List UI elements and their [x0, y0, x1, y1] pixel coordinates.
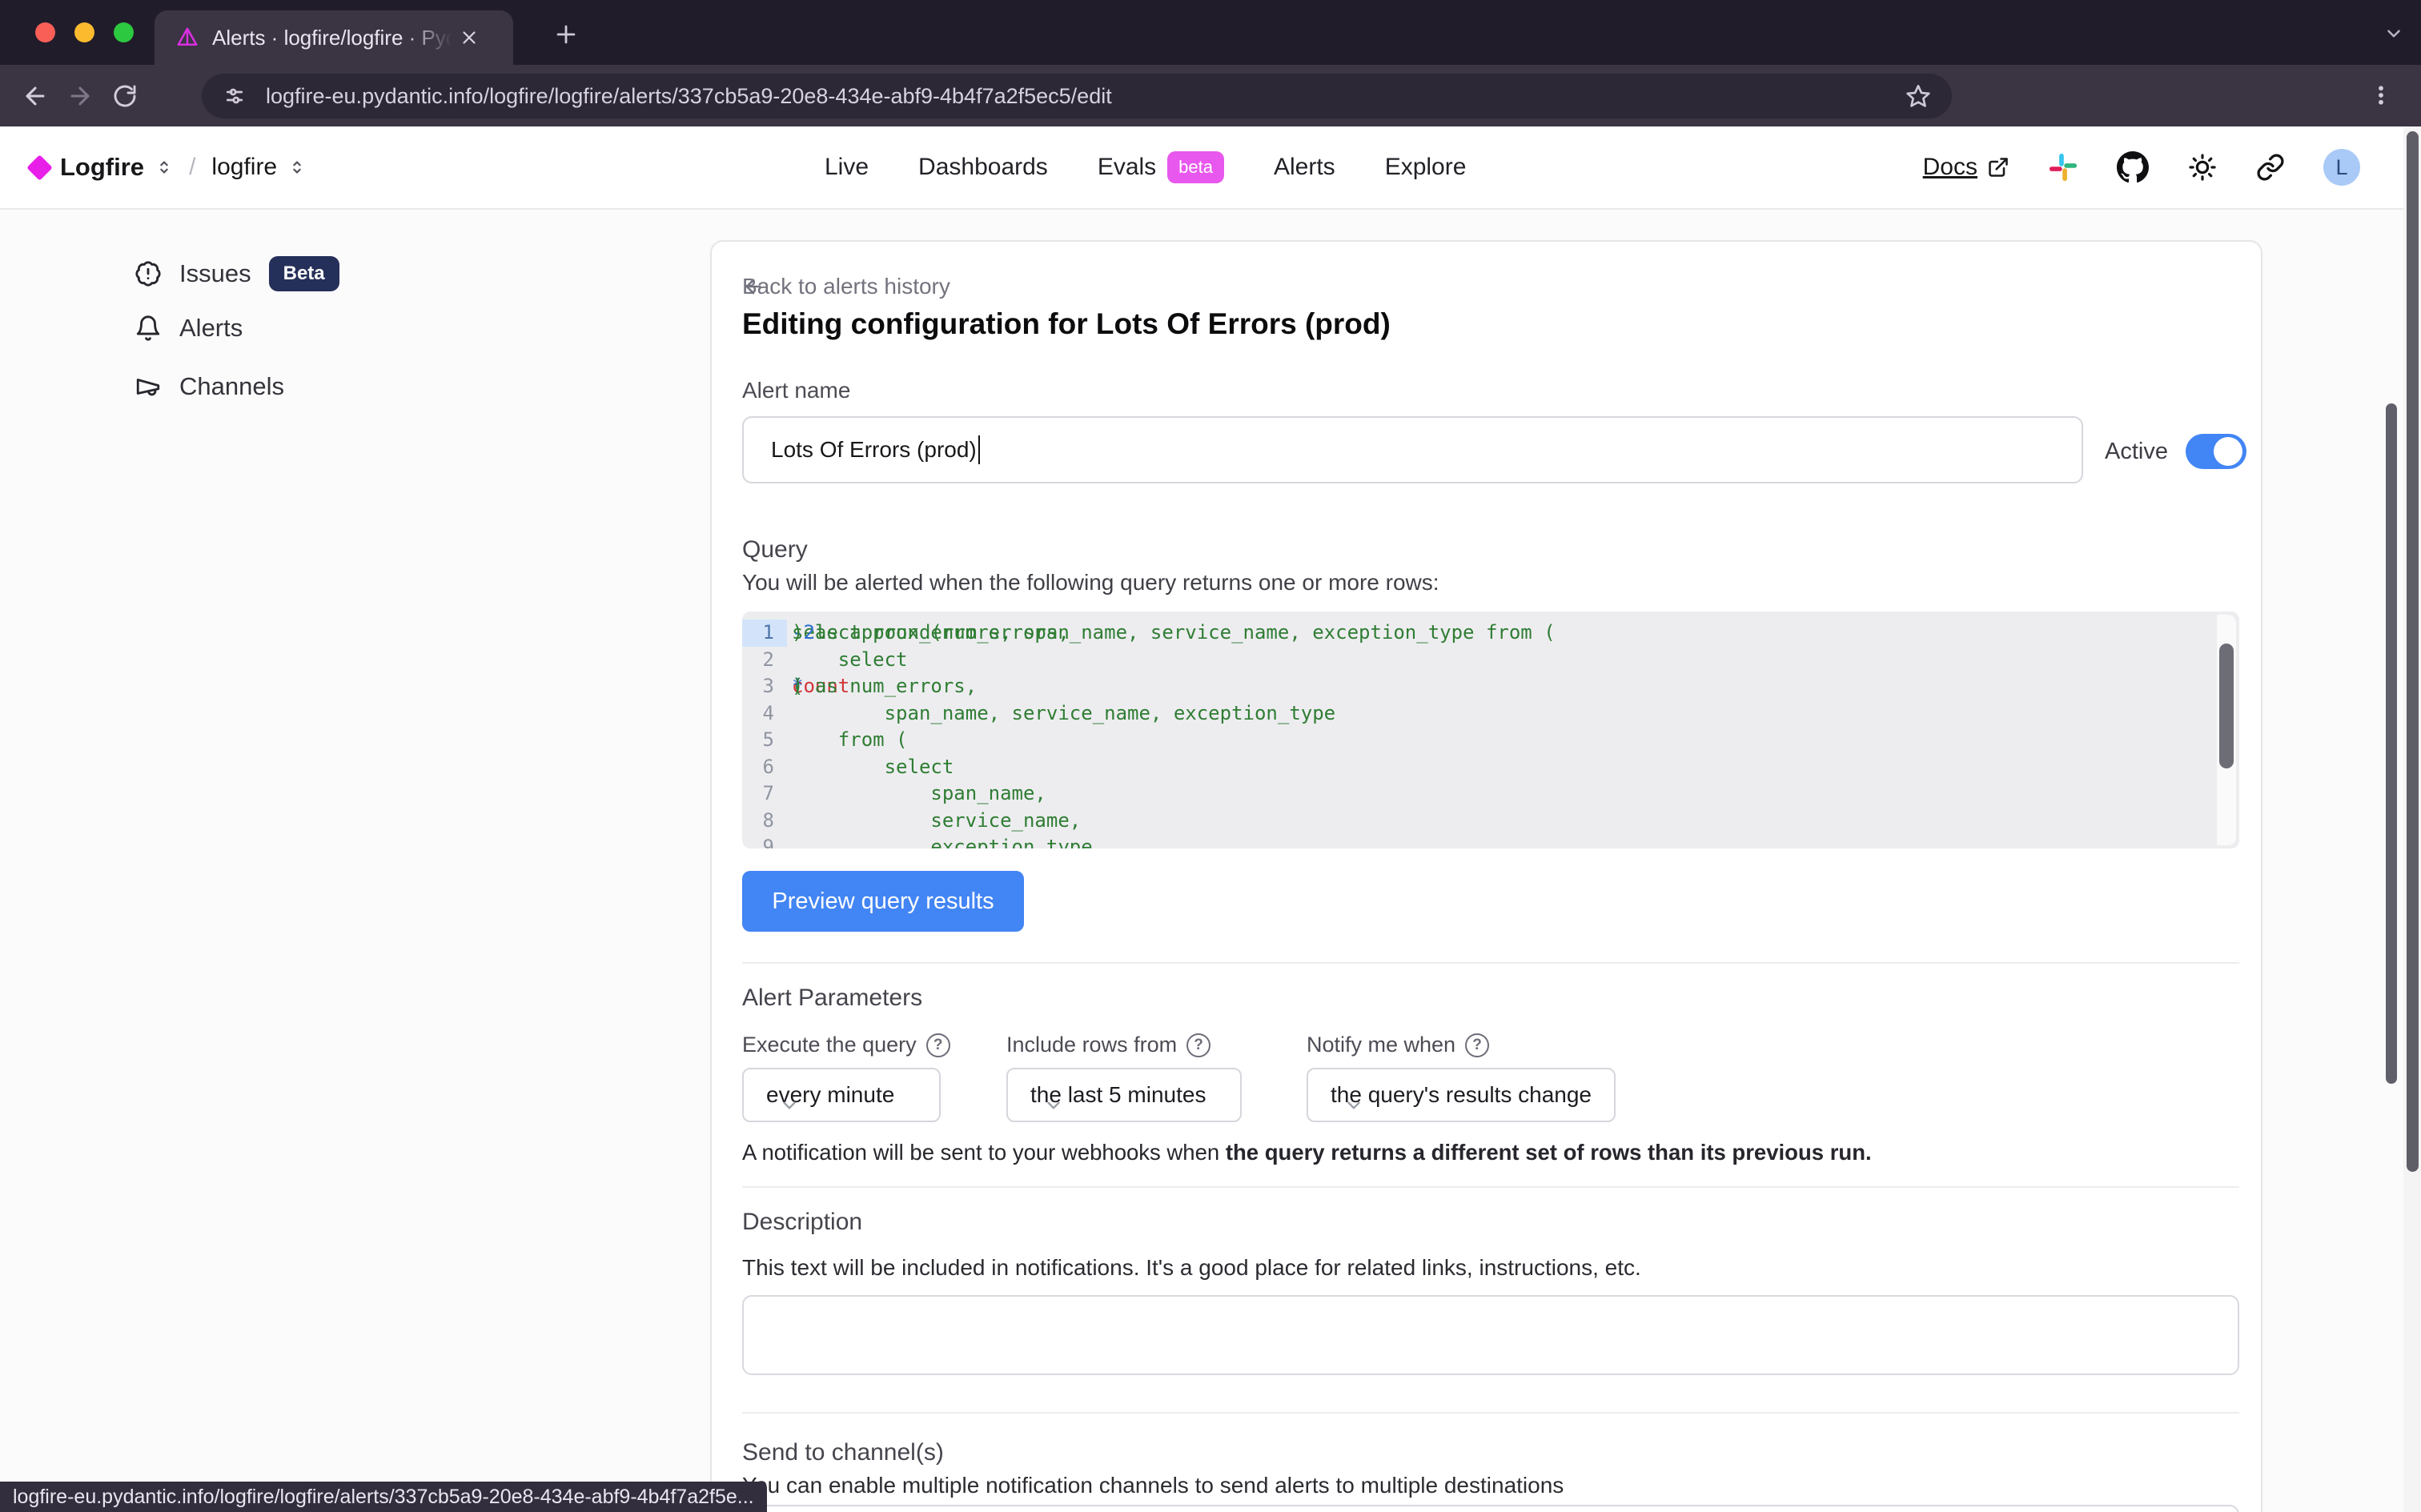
browser-forward-button[interactable]: [58, 74, 102, 118]
channels-subtext: You can enable multiple notification cha…: [742, 1473, 1564, 1498]
nav-alerts[interactable]: Alerts: [1274, 154, 1335, 181]
window-scrollbar-thumb[interactable]: [2407, 131, 2419, 1172]
text-caret: [978, 435, 980, 464]
slack-icon[interactable]: [2048, 152, 2078, 182]
sidebar-item-channels[interactable]: Channels: [134, 372, 284, 401]
sidebar-item-label: Channels: [179, 372, 284, 401]
sidebar-item-issues[interactable]: Issues Beta: [134, 256, 339, 291]
page-body: Issues Beta Alerts Channels Back to aler…: [0, 210, 2421, 1512]
app-scrollbar-thumb[interactable]: [2386, 403, 2397, 1084]
section-divider: [742, 962, 2239, 964]
notification-note: A notification will be sent to your webh…: [742, 1140, 1872, 1165]
arrow-left-icon: [742, 275, 765, 298]
channels-heading: Send to channel(s): [742, 1439, 944, 1466]
alert-name-input[interactable]: Lots Of Errors (prod): [742, 416, 2083, 483]
nav-dashboards[interactable]: Dashboards: [918, 154, 1048, 181]
sidebar-item-label: Issues: [179, 259, 251, 288]
description-heading: Description: [742, 1209, 862, 1236]
minimize-window-button[interactable]: [74, 22, 94, 42]
org-selector-chevrons-icon[interactable]: [155, 158, 173, 176]
sidebar-item-alerts[interactable]: Alerts: [134, 314, 243, 343]
description-textarea[interactable]: [742, 1295, 2239, 1375]
tab-search-button[interactable]: [2378, 18, 2410, 50]
active-toggle-group: Active: [2105, 434, 2246, 469]
include-rows-select[interactable]: the last 5 minutes: [1006, 1068, 1242, 1122]
page-title: Editing configuration for Lots Of Errors…: [742, 307, 1391, 341]
execute-query-label: Execute the query ?: [742, 1033, 950, 1057]
description-subtext: This text will be included in notificati…: [742, 1255, 1641, 1281]
section-divider: [742, 1412, 2239, 1414]
sql-query-code: 1select round(num_errors, -2) as approx_…: [742, 620, 2239, 848]
alert-name-value: Lots Of Errors (prod): [771, 437, 977, 463]
megaphone-icon: [134, 373, 162, 400]
browser-menu-icon[interactable]: [2362, 76, 2400, 114]
sidebar-item-label: Alerts: [179, 314, 243, 343]
alert-edit-card: Back to alerts history Editing configura…: [710, 240, 2262, 1512]
bookmark-star-icon[interactable]: [1905, 83, 1931, 109]
tab-title: Alerts · logfire/logfire · Pydantic: [212, 26, 452, 50]
execute-query-select[interactable]: every minute: [742, 1068, 941, 1122]
channels-select-box[interactable]: [742, 1505, 2239, 1512]
url-text: logfire-eu.pydantic.info/logfire/logfire…: [266, 84, 1905, 109]
external-link-icon: [1987, 156, 2009, 178]
breadcrumb: Logfire / logfire: [30, 126, 306, 208]
browser-toolbar: logfire-eu.pydantic.info/logfire/logfire…: [0, 65, 2421, 126]
alert-parameters-heading: Alert Parameters: [742, 985, 922, 1012]
section-divider: [742, 1186, 2239, 1188]
tab-close-icon[interactable]: [459, 27, 480, 48]
active-label: Active: [2105, 439, 2168, 465]
code-scrollbar-thumb[interactable]: [2219, 644, 2234, 768]
include-rows-label: Include rows from ?: [1006, 1033, 1210, 1057]
logfire-logo-icon: [26, 154, 53, 181]
browser-tabstrip: Alerts · logfire/logfire · Pydantic: [0, 0, 2421, 65]
notify-when-select[interactable]: the query's results change: [1307, 1068, 1616, 1122]
back-to-alerts-link[interactable]: Back to alerts history: [742, 274, 950, 299]
code-scrollbar[interactable]: [2217, 615, 2236, 845]
toggle-knob: [2214, 437, 2242, 466]
project-selector-chevrons-icon[interactable]: [288, 158, 306, 176]
help-icon[interactable]: ?: [1186, 1033, 1210, 1057]
tab-favicon-logfire-icon: [175, 26, 199, 50]
nav-evals[interactable]: Evalsbeta: [1098, 151, 1224, 183]
nav-live[interactable]: Live: [825, 154, 869, 181]
share-link-icon[interactable]: [2256, 153, 2285, 182]
evals-beta-badge: beta: [1167, 151, 1224, 183]
query-subtext: You will be alerted when the following q…: [742, 570, 1439, 596]
issues-badge-alert-icon: [134, 260, 162, 287]
docs-link[interactable]: Docs: [1923, 154, 2009, 181]
address-bar[interactable]: logfire-eu.pydantic.info/logfire/logfire…: [202, 74, 1952, 118]
org-selector[interactable]: Logfire: [60, 153, 144, 182]
help-icon[interactable]: ?: [926, 1033, 950, 1057]
app-header: Logfire / logfire Live Dashboards Evalsb…: [0, 126, 2421, 210]
close-window-button[interactable]: [35, 22, 55, 42]
main-nav: Live Dashboards Evalsbeta Alerts Explore: [825, 126, 1466, 208]
user-avatar[interactable]: L: [2323, 149, 2360, 186]
browser-reload-button[interactable]: [102, 74, 147, 118]
active-toggle[interactable]: [2186, 434, 2246, 469]
header-actions: Docs L: [1923, 126, 2360, 208]
query-heading: Query: [742, 536, 808, 563]
browser-back-button[interactable]: [13, 74, 58, 118]
breadcrumb-separator: /: [189, 154, 195, 181]
new-tab-button[interactable]: [552, 21, 580, 48]
project-selector[interactable]: logfire: [211, 154, 277, 181]
maximize-window-button[interactable]: [114, 22, 134, 42]
alert-name-label: Alert name: [742, 378, 850, 403]
help-icon[interactable]: ?: [1465, 1033, 1489, 1057]
window-scrollbar-track[interactable]: [2403, 126, 2421, 1512]
notify-when-label: Notify me when ?: [1307, 1033, 1489, 1057]
github-icon[interactable]: [2117, 151, 2149, 183]
status-url-tooltip: logfire-eu.pydantic.info/logfire/logfire…: [0, 1482, 767, 1512]
bell-icon: [134, 315, 162, 342]
sql-query-editor[interactable]: 1select round(num_errors, -2) as approx_…: [742, 612, 2239, 848]
site-settings-icon[interactable]: [223, 84, 247, 108]
issues-beta-badge: Beta: [269, 256, 339, 291]
theme-toggle-sun-icon[interactable]: [2187, 152, 2218, 182]
nav-explore[interactable]: Explore: [1385, 154, 1467, 181]
preview-query-results-button[interactable]: Preview query results: [742, 871, 1024, 932]
browser-tab[interactable]: Alerts · logfire/logfire · Pydantic: [155, 10, 513, 65]
window-controls[interactable]: [35, 22, 134, 42]
